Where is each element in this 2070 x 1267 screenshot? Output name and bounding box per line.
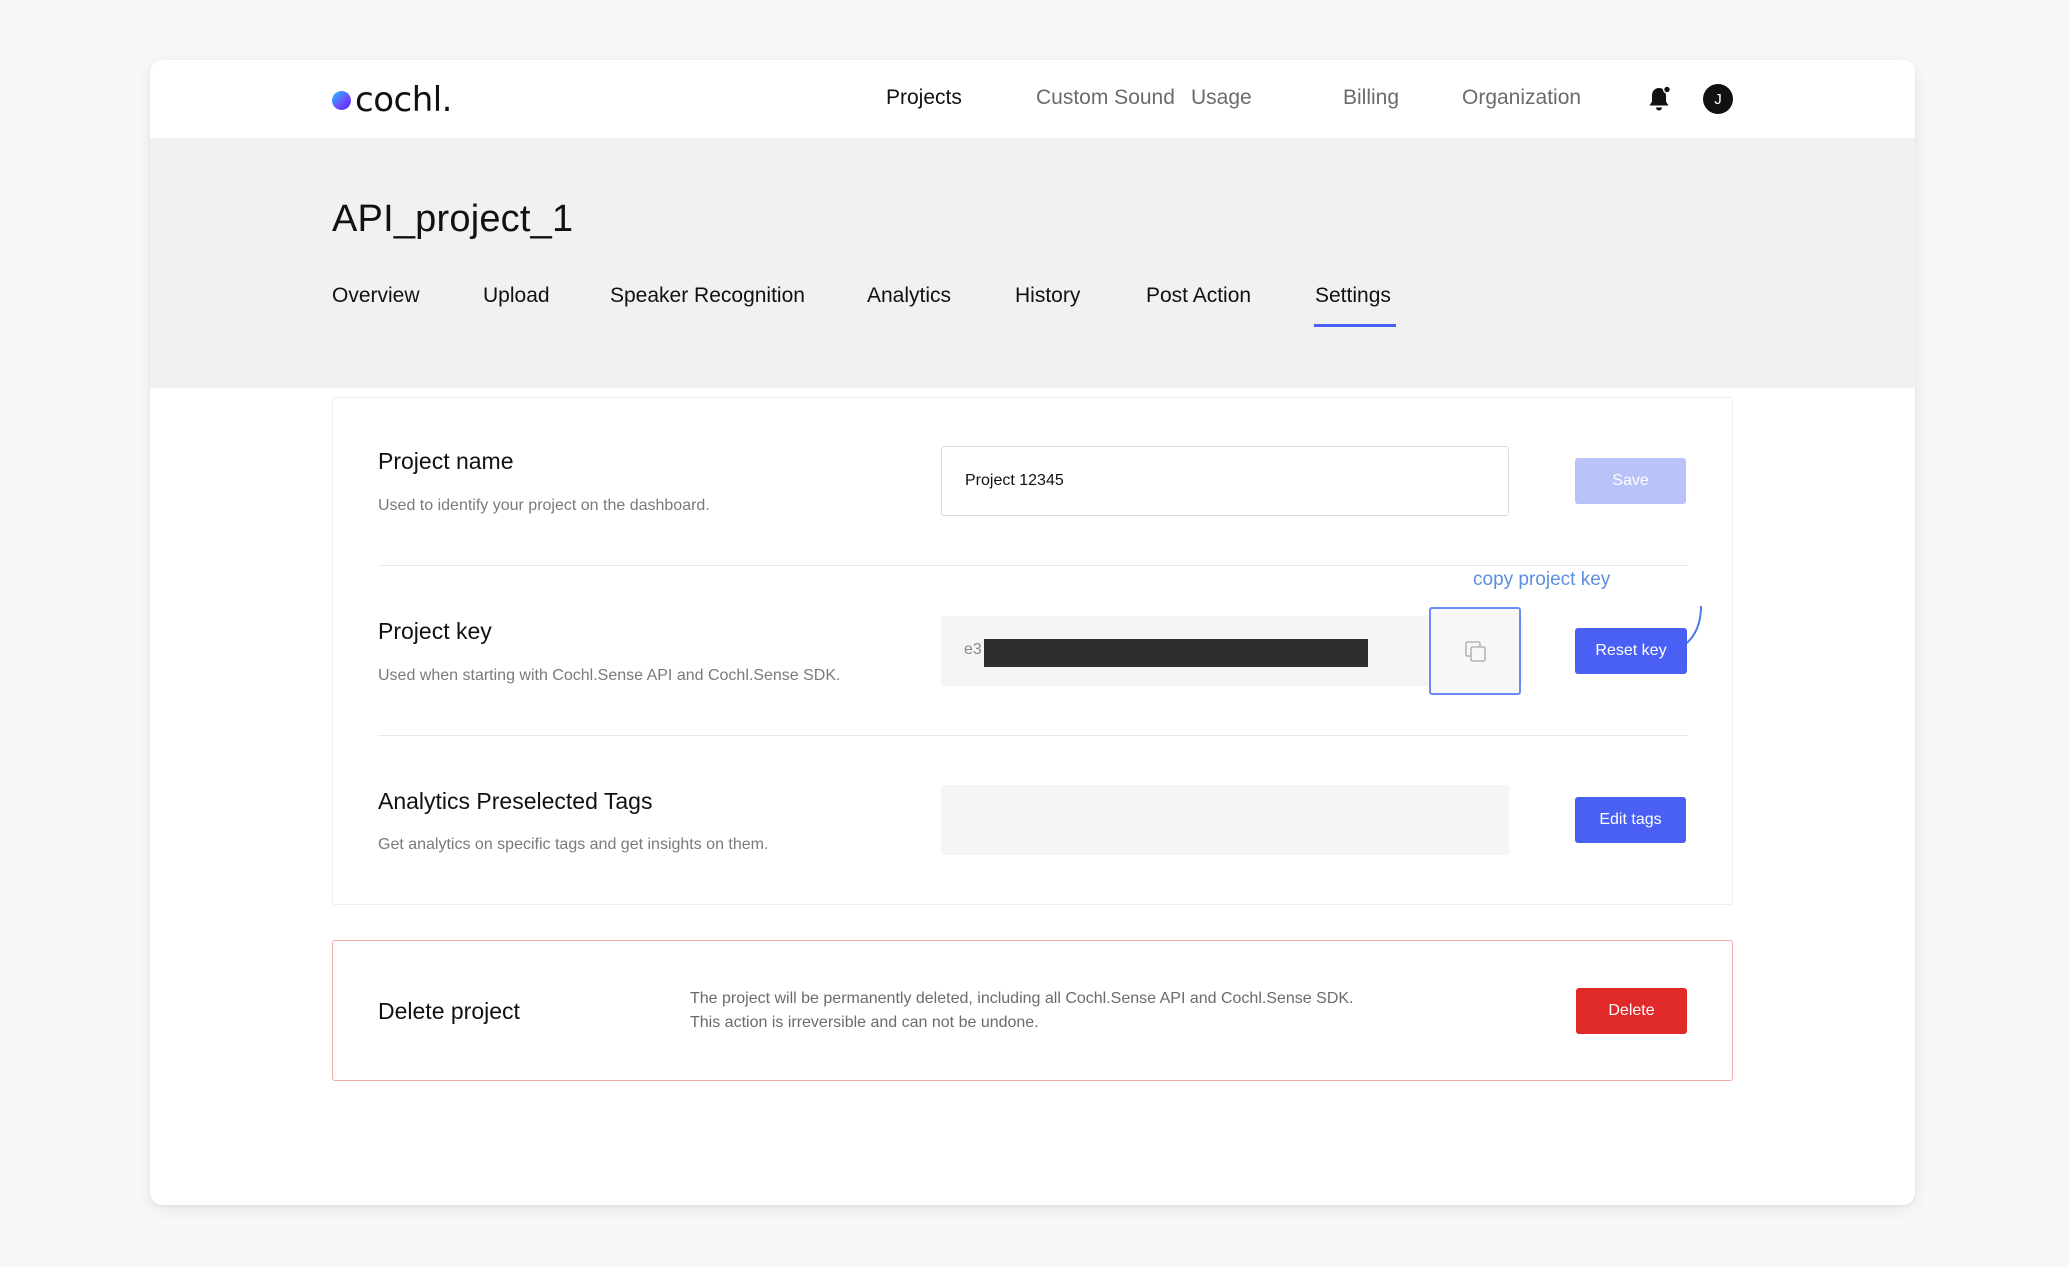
- delete-description-line1: The project will be permanently deleted,…: [690, 990, 1354, 1007]
- tab-overview[interactable]: Overview: [332, 284, 420, 308]
- preselected-tags-field[interactable]: [941, 785, 1509, 855]
- cochl-logo[interactable]: cochl.: [332, 80, 453, 120]
- top-navigation: cochl. Projects Custom Sound Usage Billi…: [150, 60, 1915, 138]
- row-divider: [378, 735, 1688, 736]
- tab-history[interactable]: History: [1015, 284, 1080, 308]
- save-button[interactable]: Save: [1575, 458, 1686, 504]
- edit-tags-button[interactable]: Edit tags: [1575, 797, 1686, 843]
- tab-upload[interactable]: Upload: [483, 284, 550, 308]
- bell-icon[interactable]: [1644, 84, 1674, 114]
- nav-projects[interactable]: Projects: [886, 86, 962, 110]
- project-name-description: Used to identify your project on the das…: [378, 497, 710, 514]
- nav-billing[interactable]: Billing: [1343, 86, 1399, 110]
- copy-icon: [1463, 639, 1489, 665]
- project-name-value: Project 12345: [965, 472, 1064, 489]
- nav-custom-sound[interactable]: Custom Sound: [1036, 86, 1175, 110]
- project-name-title: Project name: [378, 448, 514, 474]
- preselected-tags-description: Get analytics on specific tags and get i…: [378, 836, 769, 853]
- page-title: API_project_1: [332, 198, 574, 240]
- project-header: [150, 138, 1915, 388]
- delete-project-title: Delete project: [378, 998, 520, 1024]
- tab-analytics[interactable]: Analytics: [867, 284, 951, 308]
- nav-usage[interactable]: Usage: [1191, 86, 1252, 110]
- logo-text: cochl.: [355, 80, 453, 120]
- user-avatar[interactable]: J: [1703, 84, 1733, 114]
- project-key-description: Used when starting with Cochl.Sense API …: [378, 667, 841, 684]
- row-divider: [378, 565, 1688, 566]
- delete-project-description: The project will be permanently deleted,…: [690, 987, 1353, 1035]
- delete-description-line2: This action is irreversible and can not …: [690, 1014, 1039, 1031]
- tab-settings[interactable]: Settings: [1315, 284, 1391, 308]
- project-key-prefix: e3: [964, 641, 982, 658]
- delete-button[interactable]: Delete: [1576, 988, 1687, 1034]
- app-window: cochl. Projects Custom Sound Usage Billi…: [150, 60, 1915, 1205]
- project-key-redaction: [984, 639, 1368, 667]
- nav-organization[interactable]: Organization: [1462, 86, 1581, 110]
- copy-key-button[interactable]: [1429, 607, 1521, 695]
- project-name-input[interactable]: Project 12345: [941, 446, 1509, 516]
- tab-post-action[interactable]: Post Action: [1146, 284, 1251, 308]
- reset-key-button[interactable]: Reset key: [1575, 628, 1687, 674]
- active-tab-indicator: [1314, 324, 1396, 327]
- tab-speaker-recognition[interactable]: Speaker Recognition: [610, 284, 805, 308]
- copy-key-annotation: copy project key: [1473, 569, 1611, 590]
- project-key-title: Project key: [378, 618, 492, 644]
- logo-mark: [332, 90, 351, 110]
- preselected-tags-title: Analytics Preselected Tags: [378, 788, 653, 814]
